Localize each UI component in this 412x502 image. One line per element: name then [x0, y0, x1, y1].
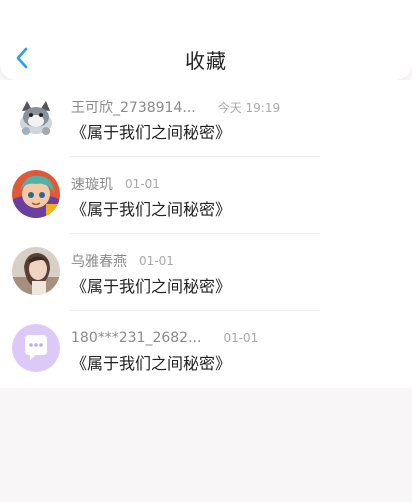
item-meta: 速璇玑 01-01	[71, 175, 160, 193]
avatar[interactable]	[12, 93, 60, 141]
list-item[interactable]: 180***231_2682... 01-01 《属于我们之间秘密》	[0, 311, 412, 388]
favorite-message: 《属于我们之间秘密》	[71, 354, 232, 373]
top-bar: 收藏	[0, 0, 412, 80]
page-title: 收藏	[185, 49, 227, 73]
timestamp: 01-01	[139, 254, 174, 268]
timestamp: 今天 19:19	[217, 100, 281, 115]
list-item[interactable]: 速璇玑 01-01 《属于我们之间秘密》	[0, 157, 412, 234]
item-meta: 乌雅春燕 01-01	[71, 252, 174, 270]
item-meta: 180***231_2682... 01-01	[71, 329, 258, 347]
avatar[interactable]	[12, 247, 60, 295]
favorite-message: 《属于我们之间秘密》	[71, 277, 232, 296]
contact-name: 速璇玑	[71, 177, 113, 193]
avatar[interactable]	[12, 324, 60, 372]
contact-name: 180***231_2682...	[71, 330, 202, 346]
favorites-list: 王可欣_2738914... 今天 19:19 《属于我们之间秘密》 速璇玑 0…	[0, 80, 412, 388]
timestamp: 01-01	[125, 177, 160, 191]
contact-name: 王可欣_2738914...	[71, 100, 196, 116]
list-item[interactable]: 乌雅春燕 01-01 《属于我们之间秘密》	[0, 234, 412, 311]
contact-name: 乌雅春燕	[71, 254, 127, 270]
avatar[interactable]	[12, 170, 60, 218]
favorite-message: 《属于我们之间秘密》	[71, 200, 232, 219]
favorite-message: 《属于我们之间秘密》	[71, 123, 232, 142]
list-item[interactable]: 王可欣_2738914... 今天 19:19 《属于我们之间秘密》	[0, 80, 412, 157]
timestamp: 01-01	[223, 331, 259, 345]
item-meta: 王可欣_2738914... 今天 19:19	[71, 98, 280, 116]
